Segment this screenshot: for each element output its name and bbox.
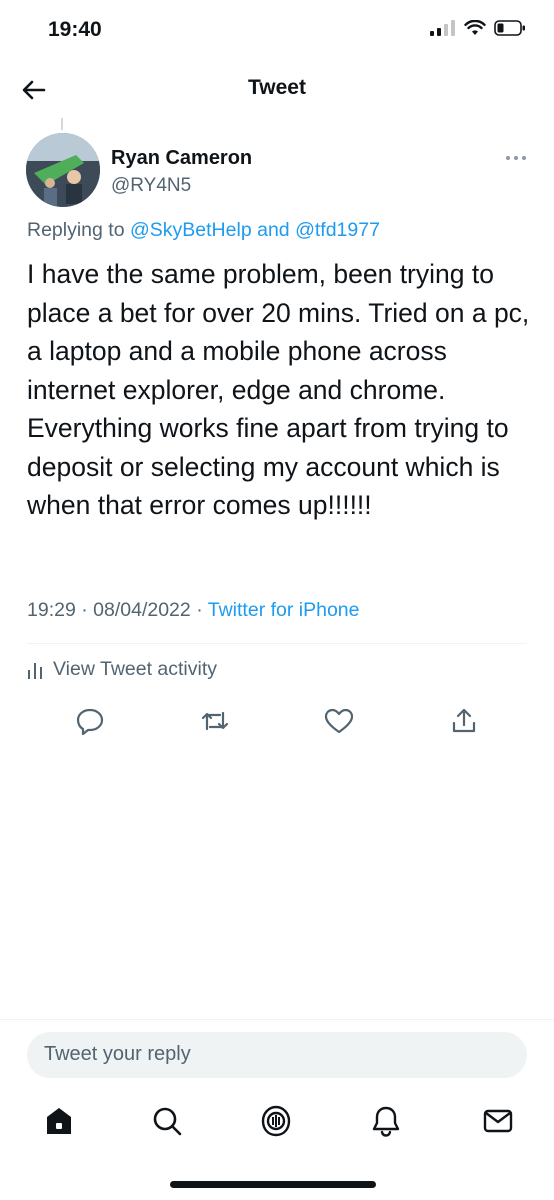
notifications-icon <box>372 1106 400 1137</box>
analytics-icon <box>28 662 42 679</box>
nav-spaces[interactable] <box>259 1104 293 1138</box>
nav-search[interactable] <box>150 1104 184 1138</box>
activity-label: View Tweet activity <box>53 658 218 680</box>
like-icon <box>324 708 354 734</box>
retweet-button[interactable] <box>199 705 231 737</box>
view-tweet-activity[interactable]: View Tweet activity <box>27 658 217 681</box>
more-horizontal-icon <box>506 156 526 160</box>
replying-prefix: Replying to <box>27 219 125 241</box>
author-handle[interactable]: @RY4N5 <box>111 175 191 197</box>
home-indicator[interactable] <box>170 1181 376 1188</box>
share-button[interactable] <box>448 705 480 737</box>
nav-messages[interactable] <box>481 1104 515 1138</box>
tweet-source[interactable]: Twitter for iPhone <box>208 599 360 621</box>
reply-icon <box>76 708 104 736</box>
reply-placeholder: Tweet your reply <box>44 1043 191 1065</box>
nav-home[interactable] <box>42 1104 76 1138</box>
avatar[interactable] <box>26 133 100 207</box>
meta-separator: · <box>196 599 203 621</box>
thread-connector <box>61 118 63 130</box>
reply-mention-2[interactable]: @tfd1977 <box>295 219 380 241</box>
like-button[interactable] <box>323 705 355 737</box>
reply-mention-1[interactable]: @SkyBetHelp <box>130 219 252 241</box>
tweet-time: 19:29 <box>27 599 76 621</box>
wifi-icon <box>464 20 486 35</box>
retweet-icon <box>201 711 229 731</box>
replying-to: Replying to @SkyBetHelp and @tfd1977 <box>27 219 380 242</box>
page-title: Tweet <box>248 76 306 99</box>
share-icon <box>452 708 476 733</box>
battery-icon <box>494 20 525 36</box>
tweet-date: 08/04/2022 <box>93 599 191 621</box>
tweet-meta: 19:29 · 08/04/2022 · Twitter for iPhone <box>27 599 360 622</box>
avatar-image <box>26 133 100 207</box>
divider <box>0 1019 554 1020</box>
status-icons <box>430 20 526 36</box>
search-icon <box>153 1107 182 1136</box>
home-icon <box>47 1108 71 1134</box>
spaces-icon <box>261 1105 291 1137</box>
meta-separator: · <box>81 599 88 621</box>
author-name[interactable]: Ryan Cameron <box>111 147 252 170</box>
reply-button[interactable] <box>74 705 106 737</box>
status-time: 19:40 <box>48 18 102 41</box>
messages-icon <box>483 1109 513 1133</box>
reply-conjunction[interactable]: and <box>257 219 290 241</box>
nav-notifications[interactable] <box>369 1104 403 1138</box>
cellular-signal-icon <box>430 20 455 36</box>
more-options-button[interactable] <box>505 152 527 164</box>
divider <box>27 643 527 644</box>
tweet-text: I have the same problem, been trying to … <box>27 259 530 520</box>
